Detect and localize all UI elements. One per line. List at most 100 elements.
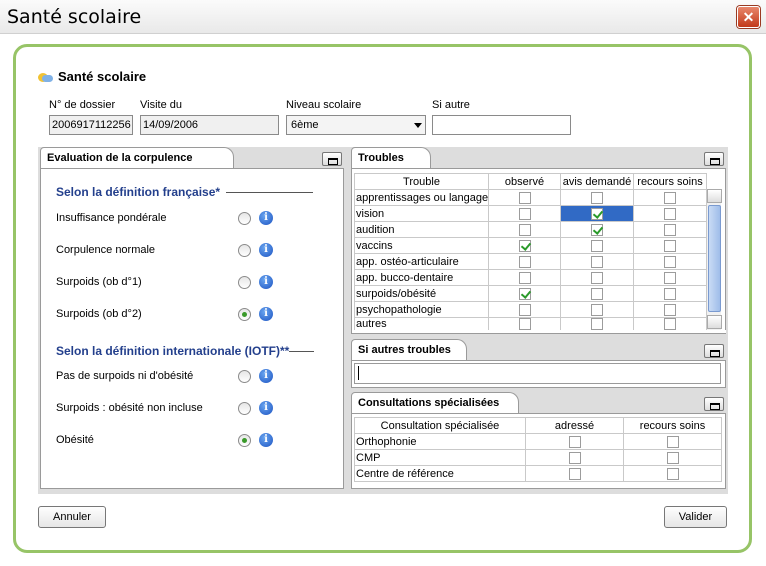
recours-checkbox[interactable]	[664, 287, 676, 300]
recours-checkbox[interactable]	[664, 271, 676, 284]
section-int-mark: **	[280, 344, 290, 358]
cancel-button[interactable]: Annuler	[38, 506, 106, 528]
close-icon[interactable]: ✕	[737, 6, 760, 28]
info-icon[interactable]: i	[259, 401, 273, 415]
corpulence-radio-0[interactable]	[238, 212, 251, 225]
observe-checkbox[interactable]	[518, 191, 531, 204]
minimize-icon[interactable]	[704, 344, 724, 358]
section-fr-mark: *	[215, 185, 221, 199]
info-icon[interactable]: i	[259, 243, 273, 257]
trouble-label: psychopathologie	[354, 301, 489, 318]
col-header[interactable]: Consultation spécialisée	[354, 417, 526, 434]
recours-checkbox[interactable]	[664, 191, 676, 204]
recours-checkbox[interactable]	[664, 207, 676, 220]
observe-checkbox[interactable]	[518, 239, 531, 252]
observe-checkbox[interactable]	[518, 223, 531, 236]
table-row[interactable]: app. ostéo-articulaire	[354, 253, 707, 270]
col-header[interactable]: recours soins	[623, 417, 722, 434]
avis-checkbox[interactable]	[591, 191, 603, 204]
tab-autres-troubles[interactable]: Si autres troubles	[351, 339, 467, 361]
table-row[interactable]: CMP	[354, 449, 722, 466]
corpulence-radio-5[interactable]	[238, 402, 251, 415]
corpulence-radio-4[interactable]	[238, 370, 251, 383]
dossier-field[interactable]: 2006917112256	[49, 115, 133, 135]
corpulence-radio-6[interactable]	[238, 434, 251, 447]
visite-field[interactable]: 14/09/2006	[140, 115, 279, 135]
table-row[interactable]: vaccins	[354, 237, 707, 254]
table-row[interactable]: surpoids/obésité	[354, 285, 707, 302]
corpulence-item-label: Insuffisance pondérale	[56, 212, 167, 224]
window-title: Santé scolaire	[7, 6, 142, 28]
corpulence-item-label: Surpoids (ob d°2)	[56, 308, 142, 320]
table-row[interactable]: app. bucco-dentaire	[354, 269, 707, 286]
table-row[interactable]: vision	[354, 205, 707, 222]
table-row[interactable]: Centre de référence	[354, 465, 722, 482]
avis-checkbox[interactable]	[591, 303, 603, 316]
minimize-icon[interactable]	[322, 152, 342, 166]
info-icon[interactable]: i	[259, 211, 273, 225]
recours-checkbox[interactable]	[664, 255, 676, 268]
table-row[interactable]: autres	[354, 316, 707, 332]
adresse-checkbox[interactable]	[568, 467, 581, 480]
info-icon[interactable]: i	[259, 307, 273, 321]
col-header[interactable]: adressé	[525, 417, 624, 434]
niveau-select[interactable]: 6ème	[286, 115, 426, 135]
page-title: Santé scolaire	[38, 69, 146, 84]
info-icon[interactable]: i	[259, 369, 273, 383]
recours-checkbox[interactable]	[664, 223, 676, 236]
col-header[interactable]: Trouble	[354, 173, 489, 190]
corpulence-item-label: Pas de surpoids ni d'obésité	[56, 370, 194, 382]
scroll-down-icon[interactable]	[707, 315, 722, 329]
autres-troubles-input[interactable]	[354, 363, 721, 384]
validate-button[interactable]: Valider	[664, 506, 727, 528]
troubles-table: Trouble observé avis demandé recours soi…	[354, 173, 707, 332]
table-row[interactable]: apprentissages ou langage	[354, 189, 707, 206]
minimize-icon[interactable]	[704, 397, 724, 411]
observe-checkbox[interactable]	[518, 255, 531, 268]
tab-consultations[interactable]: Consultations spécialisées	[351, 392, 519, 414]
table-row[interactable]: Orthophonie	[354, 433, 722, 450]
consultation-label: CMP	[354, 449, 526, 466]
recours-checkbox[interactable]	[666, 451, 679, 464]
col-header[interactable]: avis demandé	[560, 173, 634, 190]
avis-checkbox[interactable]	[591, 207, 603, 220]
recours-checkbox[interactable]	[664, 239, 676, 252]
scroll-up-icon[interactable]	[707, 189, 722, 203]
avis-checkbox[interactable]	[591, 239, 603, 252]
recours-checkbox[interactable]	[666, 435, 679, 448]
avis-checkbox[interactable]	[591, 223, 603, 236]
recours-checkbox[interactable]	[664, 318, 676, 330]
corpulence-radio-1[interactable]	[238, 244, 251, 257]
adresse-checkbox[interactable]	[568, 435, 581, 448]
avis-checkbox[interactable]	[591, 287, 603, 300]
table-row[interactable]: audition	[354, 221, 707, 238]
consultation-label: Orthophonie	[354, 433, 526, 450]
col-header[interactable]: observé	[488, 173, 561, 190]
troubles-scrollbar[interactable]	[706, 189, 722, 330]
minimize-icon[interactable]	[704, 152, 724, 166]
avis-checkbox[interactable]	[591, 255, 603, 268]
scroll-thumb[interactable]	[708, 205, 721, 312]
tab-corpulence[interactable]: Evaluation de la corpulence	[40, 147, 234, 169]
table-row[interactable]: psychopathologie	[354, 301, 707, 318]
trouble-label: app. ostéo-articulaire	[354, 253, 489, 270]
avis-checkbox[interactable]	[591, 318, 603, 330]
corpulence-radio-3[interactable]	[238, 308, 251, 321]
info-icon[interactable]: i	[259, 275, 273, 289]
corpulence-item-label: Surpoids (ob d°1)	[56, 276, 142, 288]
tab-troubles[interactable]: Troubles	[351, 147, 431, 169]
observe-checkbox[interactable]	[518, 318, 531, 330]
corpulence-radio-2[interactable]	[238, 276, 251, 289]
observe-checkbox[interactable]	[518, 287, 531, 300]
adresse-checkbox[interactable]	[568, 451, 581, 464]
siautre-input[interactable]	[432, 115, 571, 135]
observe-checkbox[interactable]	[518, 303, 531, 316]
observe-checkbox[interactable]	[518, 271, 531, 284]
recours-checkbox[interactable]	[664, 303, 676, 316]
recours-checkbox[interactable]	[666, 467, 679, 480]
avis-checkbox[interactable]	[591, 271, 603, 284]
observe-checkbox[interactable]	[518, 207, 531, 220]
col-header[interactable]: recours soins	[633, 173, 707, 190]
info-icon[interactable]: i	[259, 433, 273, 447]
trouble-label: autres	[354, 316, 489, 332]
